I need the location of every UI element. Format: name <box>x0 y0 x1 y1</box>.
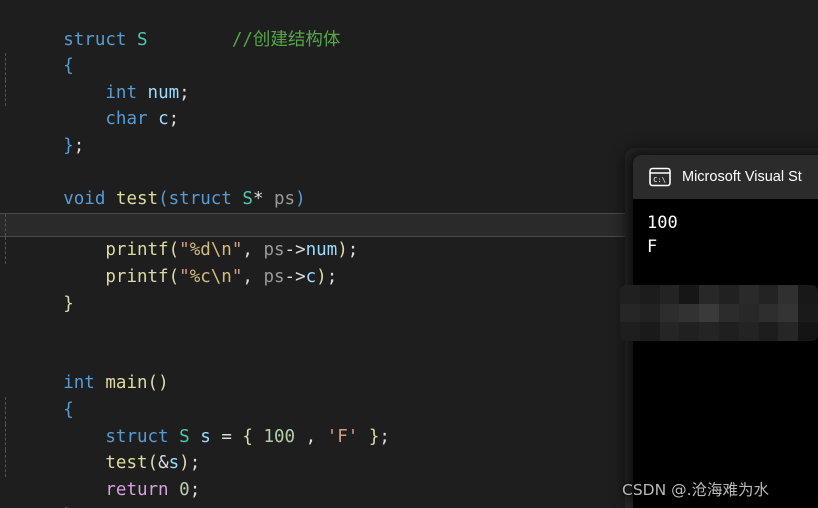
console-cmd-icon: C:\ <box>649 167 671 187</box>
mosaic-tile <box>679 322 700 341</box>
mosaic-tile <box>798 285 818 304</box>
mosaic-tile <box>659 285 680 304</box>
code-line-5[interactable]: }; <box>0 106 818 156</box>
console-output-line: F <box>647 237 658 257</box>
mosaic-tile <box>758 303 779 323</box>
mosaic-tile <box>620 285 640 304</box>
svg-text:C:\: C:\ <box>653 176 666 184</box>
mosaic-tile <box>758 322 779 341</box>
screenshot-root: struct S //创建结构体 { int num; char c; }; v… <box>0 0 818 508</box>
mosaic-tile <box>718 322 739 341</box>
mosaic-tile <box>659 303 680 323</box>
mosaic-tile <box>738 285 759 304</box>
console-output-area[interactable]: 100 F <box>633 199 818 508</box>
mosaic-tile <box>699 285 719 304</box>
console-window-title: Microsoft Visual St <box>682 169 802 185</box>
mosaic-tile <box>778 322 799 341</box>
console-titlebar[interactable]: C:\ Microsoft Visual St <box>633 155 818 199</box>
mosaic-tile <box>778 303 799 323</box>
mosaic-tile <box>718 303 739 323</box>
mosaic-tile <box>738 303 759 323</box>
mosaic-tile <box>798 322 818 341</box>
mosaic-tile <box>699 322 719 341</box>
mosaic-tile <box>620 303 640 323</box>
mosaic-tile <box>699 303 719 323</box>
code-line-3[interactable]: int num; <box>0 53 818 103</box>
mosaic-tile <box>639 303 660 323</box>
mosaic-tile <box>659 322 680 341</box>
censored-mosaic-block <box>620 285 818 341</box>
mosaic-tile <box>679 285 700 304</box>
mosaic-tile <box>679 303 700 323</box>
code-line-2[interactable]: { <box>0 27 818 76</box>
mosaic-tile <box>639 322 660 341</box>
mosaic-tile <box>620 322 640 341</box>
code-line-9-current[interactable]: printf("%d\n", ps->num); <box>0 212 655 260</box>
mosaic-tile <box>758 285 779 304</box>
console-output-line: 100 <box>647 213 678 233</box>
mosaic-tile <box>738 322 759 341</box>
code-line-4[interactable]: char c; <box>0 79 818 129</box>
mosaic-tile <box>639 285 660 304</box>
mosaic-tile <box>718 285 739 304</box>
code-line-1[interactable]: struct S //创建结构体 <box>0 0 818 50</box>
mosaic-tile <box>778 285 799 304</box>
csdn-watermark: CSDN @.沧海难为水 <box>622 481 770 499</box>
mosaic-tile <box>798 303 818 323</box>
